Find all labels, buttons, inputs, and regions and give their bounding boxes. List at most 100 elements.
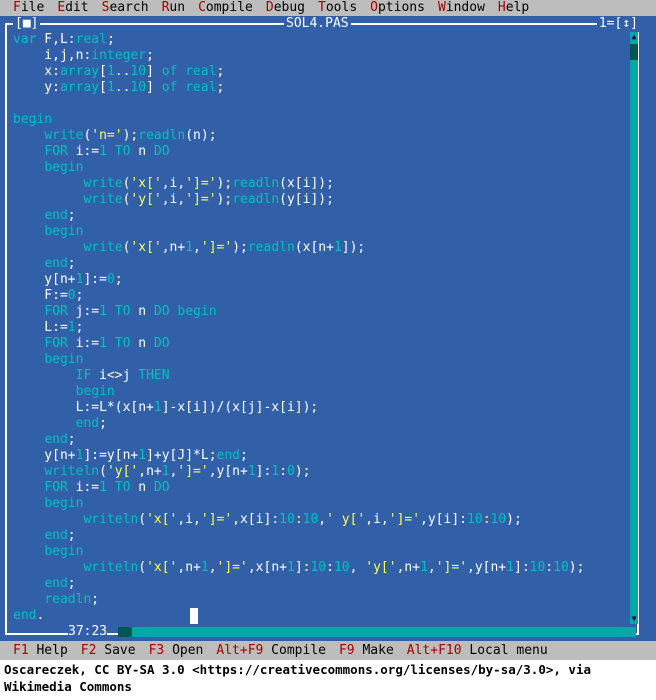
menu-hotkey: H: [497, 0, 506, 15]
menu-label: ools: [325, 0, 358, 15]
code-line[interactable]: write('n=');readln(n);: [13, 128, 633, 144]
code-line[interactable]: end.: [13, 608, 633, 624]
fkey-help[interactable]: F1 Help: [0, 643, 68, 658]
code-line[interactable]: L:=1;: [13, 320, 633, 336]
code-line[interactable]: write('y[',i,']=');readln(y[i]);: [13, 192, 633, 208]
menu-label: ptions: [377, 0, 425, 15]
code-line[interactable]: end;: [13, 416, 633, 432]
code-line[interactable]: ​: [13, 96, 633, 112]
menu-edit[interactable]: Edit: [44, 0, 88, 15]
code-line[interactable]: y[n+1]:=0;: [13, 272, 633, 288]
code-line[interactable]: write('x[',i,']=');readln(x[i]);: [13, 176, 633, 192]
fkey-key: F2: [80, 643, 97, 658]
menu-debug[interactable]: Debug: [253, 0, 305, 15]
close-box-icon[interactable]: [■]: [13, 16, 41, 32]
code-line[interactable]: FOR i:=1 TO n DO: [13, 144, 633, 160]
window-title: SOL4.PAS: [284, 16, 351, 32]
menu-tools[interactable]: Tools: [305, 0, 357, 15]
code-line[interactable]: begin: [13, 496, 633, 512]
zoom-box-icon[interactable]: 1=[↕]: [596, 16, 640, 32]
code-line[interactable]: end;: [13, 528, 633, 544]
menu-bar: File Edit Search Run Compile Debug Tools Option…: [0, 0, 656, 16]
menu-help[interactable]: Help: [485, 0, 529, 15]
fkey-compile[interactable]: Alt+F9 Compile: [203, 643, 326, 658]
code-line[interactable]: readln;: [13, 592, 633, 608]
fkey-save[interactable]: F2 Save: [68, 643, 136, 658]
menu-hotkey: D: [265, 0, 274, 15]
menu-search[interactable]: Search: [89, 0, 149, 15]
code-line[interactable]: begin: [13, 112, 633, 128]
code-line[interactable]: end;: [13, 576, 633, 592]
code-line[interactable]: begin: [13, 160, 633, 176]
editor-status-line: 37:23: [0, 624, 656, 640]
menu-hotkey: C: [198, 0, 206, 15]
menu-label: ompile: [205, 0, 253, 15]
code-line[interactable]: begin: [13, 352, 633, 368]
horizontal-scrollbar[interactable]: [118, 627, 636, 637]
code-line[interactable]: write('x[',n+1,']=');readln(x[n+1]);: [13, 240, 633, 256]
code-line[interactable]: y[n+1]:=y[n+1]+y[J]*L;end;: [13, 448, 633, 464]
menu-label: indow: [445, 0, 485, 15]
fkey-label: Open: [164, 643, 204, 658]
dos-screen: File Edit Search Run Compile Debug Tools Option…: [0, 0, 656, 660]
menu-label: dit: [65, 0, 89, 15]
code-line[interactable]: x:array[1..10] of real;: [13, 64, 633, 80]
menu-label: elp: [505, 0, 530, 15]
code-line[interactable]: FOR i:=1 TO n DO: [13, 336, 633, 352]
menu-hotkey: T: [318, 0, 326, 15]
menu-options[interactable]: Options: [357, 0, 425, 15]
horizontal-scroll-thumb[interactable]: [118, 627, 132, 637]
code-line[interactable]: begin: [13, 224, 633, 240]
menu-compile[interactable]: Compile: [185, 0, 253, 15]
fkey-key: Alt+F10: [406, 643, 462, 658]
cursor-position: 37:23: [68, 624, 108, 640]
code-line[interactable]: end;: [13, 256, 633, 272]
text-cursor: [190, 608, 198, 624]
scroll-up-arrow-icon[interactable]: ▲: [629, 32, 639, 42]
vertical-scroll-thumb[interactable]: [630, 44, 638, 60]
code-line[interactable]: begin: [13, 384, 633, 400]
menu-hotkey: F: [13, 0, 21, 15]
menu-file[interactable]: File: [0, 0, 44, 15]
fkey-key: F1: [13, 643, 29, 658]
code-line[interactable]: end;: [13, 208, 633, 224]
attribution-text: Oscareczek, CC BY-SA 3.0 <https://creati…: [4, 662, 591, 694]
code-line[interactable]: FOR j:=1 TO n DO begin: [13, 304, 633, 320]
code-area[interactable]: var F,L:real; i,j,n:integer; x:array[1..…: [13, 32, 633, 624]
code-line[interactable]: L:=L*(x[n+1]-x[i])/(x[j]-x[i]);: [13, 400, 633, 416]
code-line[interactable]: end;: [13, 432, 633, 448]
fkey-label: Local menu: [461, 643, 548, 658]
fkey-open[interactable]: F3 Open: [136, 643, 204, 658]
code-line[interactable]: writeln('x[',n+1,']=',x[n+1]:10:10, 'y['…: [13, 560, 633, 576]
code-line[interactable]: y:array[1..10] of real;: [13, 80, 633, 96]
code-line[interactable]: FOR i:=1 TO n DO: [13, 480, 633, 496]
code-line[interactable]: begin: [13, 544, 633, 560]
menu-hotkey: O: [370, 0, 378, 15]
fkey-make[interactable]: F9 Make: [326, 643, 394, 658]
menu-run[interactable]: Run: [149, 0, 185, 15]
fkey-local-menu[interactable]: Alt+F10 Local menu: [394, 643, 548, 658]
fkey-key: F9: [338, 643, 355, 658]
menu-label: ile: [20, 0, 45, 15]
function-key-bar: F1 Help F2 Save F3 Open Alt+F9 Compile F9 Ma…: [0, 641, 656, 660]
fkey-key: F3: [148, 643, 165, 658]
menu-label: earch: [109, 0, 149, 15]
code-line[interactable]: F:=0;: [13, 288, 633, 304]
code-line[interactable]: writeln('y[',n+1,']=',y[n+1]:1:0);: [13, 464, 633, 480]
scroll-down-arrow-icon[interactable]: ▼: [629, 614, 639, 624]
window-titlebar: [■] SOL4.PAS 1=[↕]: [0, 16, 656, 32]
menu-hotkey: W: [437, 0, 446, 15]
menu-hotkey: E: [57, 0, 66, 15]
fkey-label: Save: [96, 643, 136, 658]
fkey-label: Make: [354, 643, 394, 658]
code-line[interactable]: i,j,n:integer;: [13, 48, 633, 64]
code-line[interactable]: var F,L:real;: [13, 32, 633, 48]
code-line[interactable]: writeln('x[',i,']=',x[i]:10:10,' y[',i,'…: [13, 512, 633, 528]
code-line[interactable]: IF i<>j THEN: [13, 368, 633, 384]
fkey-key: Alt+F9: [216, 643, 264, 658]
fkey-label: Help: [28, 643, 68, 658]
menu-window[interactable]: Window: [425, 0, 485, 15]
menu-label: un: [169, 0, 186, 15]
vertical-scrollbar[interactable]: ▲ ▼: [630, 32, 638, 624]
fkey-label: Compile: [263, 643, 326, 658]
